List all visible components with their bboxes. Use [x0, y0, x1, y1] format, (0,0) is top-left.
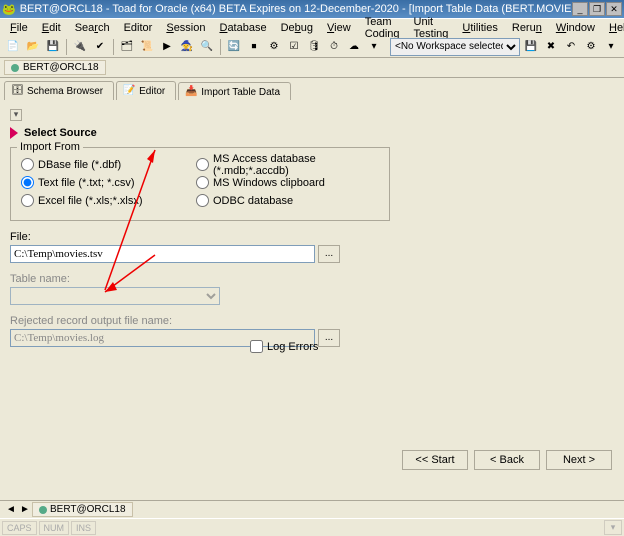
tool-find-icon[interactable]: 🔍: [198, 38, 216, 56]
wizard-nav: << Start < Back Next >: [402, 450, 612, 470]
menu-search[interactable]: Search: [69, 21, 116, 35]
footer-status-icon: [39, 506, 47, 514]
tool-session-icon[interactable]: 🔌: [71, 38, 89, 56]
radio-access[interactable]: [196, 158, 209, 171]
connection-status-icon: [11, 64, 19, 72]
status-ins: INS: [71, 521, 96, 535]
editor-icon: 📝: [123, 85, 135, 97]
table-select: [10, 287, 220, 305]
log-errors-checkbox[interactable]: [250, 340, 263, 353]
tool-run-icon[interactable]: ▶: [158, 38, 176, 56]
document-tabs: 🗄 Schema Browser 📝 Editor 📥 Import Table…: [0, 78, 624, 100]
connection-label: BERT@ORCL18: [23, 62, 99, 73]
title-text: BERT@ORCL18 - Toad for Oracle (x64) BETA…: [16, 3, 572, 15]
footer-nav-left-icon[interactable]: ◄: [4, 503, 18, 517]
import-from-group: Import From DBase file (*.dbf) Text file…: [10, 147, 390, 221]
close-button[interactable]: ✕: [606, 2, 622, 16]
tab-import-table-data[interactable]: 📥 Import Table Data: [178, 82, 291, 101]
menu-debug[interactable]: Debug: [275, 21, 319, 35]
log-errors-label: Log Errors: [267, 341, 318, 353]
title-bar: 🐸 BERT@ORCL18 - Toad for Oracle (x64) BE…: [0, 0, 624, 18]
content-area: ▾ Select Source Import From DBase file (…: [0, 100, 624, 500]
footer-nav-right-icon[interactable]: ►: [18, 503, 32, 517]
menu-editor[interactable]: Editor: [118, 21, 159, 35]
browse-reject-button[interactable]: ...: [318, 329, 340, 347]
tool-save-icon[interactable]: 💾: [44, 38, 62, 56]
menu-utilities[interactable]: Utilities: [456, 21, 503, 35]
tool-cloud-icon[interactable]: ☁: [345, 38, 363, 56]
tool-ws-del-icon[interactable]: ✖: [542, 38, 560, 56]
tab-schema-browser[interactable]: 🗄 Schema Browser: [4, 81, 114, 100]
start-button[interactable]: << Start: [402, 450, 468, 470]
file-section: File: ...: [10, 231, 340, 263]
menu-session[interactable]: Session: [160, 21, 211, 35]
table-section: Table name:: [10, 273, 340, 305]
tab-editor[interactable]: 📝 Editor: [116, 81, 176, 100]
menu-help[interactable]: Help: [603, 21, 624, 35]
menu-edit[interactable]: Edit: [36, 21, 67, 35]
tool-check-icon[interactable]: ☑: [285, 38, 303, 56]
tool-wizard-icon[interactable]: 🧙: [178, 38, 196, 56]
footer-connection-tab[interactable]: BERT@ORCL18: [32, 502, 133, 517]
group-title: Import From: [17, 141, 83, 153]
next-button[interactable]: Next >: [546, 450, 612, 470]
radio-odbc[interactable]: [196, 194, 209, 207]
tool-cog-icon[interactable]: ⚙: [265, 38, 283, 56]
tool-new-icon[interactable]: 📄: [4, 38, 22, 56]
minimize-button[interactable]: _: [572, 2, 588, 16]
tool-ws-save-icon[interactable]: 💾: [522, 38, 540, 56]
tool-explorer-icon[interactable]: 🗂: [118, 38, 136, 56]
back-button[interactable]: < Back: [474, 450, 540, 470]
status-dropdown-icon[interactable]: ▾: [604, 520, 622, 535]
table-label: Table name:: [10, 273, 340, 285]
file-input[interactable]: [10, 245, 315, 263]
tool-ws-more-icon[interactable]: ▾: [602, 38, 620, 56]
tool-clock-icon[interactable]: ⏱: [325, 38, 343, 56]
footer-tabs: ◄ ► BERT@ORCL18: [0, 500, 624, 518]
toolbar: 📄 📂 💾 🔌 ✔ 🗂 📜 ▶ 🧙 🔍 🔄 ⏹ ⚙ ☑ 🛢 ⏱ ☁ ▾ <No …: [0, 36, 624, 58]
connection-chip[interactable]: BERT@ORCL18: [4, 60, 106, 75]
menu-rerun[interactable]: Rerun: [506, 21, 548, 35]
tool-commit-icon[interactable]: ✔: [91, 38, 109, 56]
workspace-area: <No Workspace selected> 💾 ✖ ↶ ⚙ ▾: [390, 38, 620, 56]
tool-refresh-icon[interactable]: 🔄: [225, 38, 243, 56]
app-icon: 🐸: [2, 3, 16, 16]
wizard-title-text: Select Source: [24, 127, 97, 139]
wizard-arrow-icon: [10, 127, 18, 139]
tool-script-icon[interactable]: 📜: [138, 38, 156, 56]
tool-ws-cfg-icon[interactable]: ⚙: [582, 38, 600, 56]
radio-dbase[interactable]: [21, 158, 34, 171]
maximize-button[interactable]: ❐: [589, 2, 605, 16]
tool-stop-icon[interactable]: ⏹: [245, 38, 263, 56]
schema-icon: 🗄: [11, 85, 23, 97]
reject-label: Rejected record output file name:: [10, 315, 340, 327]
radio-text[interactable]: [21, 176, 34, 189]
file-label: File:: [10, 231, 340, 243]
import-icon: 📥: [185, 86, 197, 98]
collapse-toggle[interactable]: ▾: [10, 109, 22, 121]
tool-open-icon[interactable]: 📂: [24, 38, 42, 56]
status-bar: CAPS NUM INS ▾: [0, 518, 624, 536]
tool-more-icon[interactable]: ▾: [365, 38, 383, 56]
menu-view[interactable]: View: [321, 21, 357, 35]
menu-window[interactable]: Window: [550, 21, 601, 35]
menu-database[interactable]: Database: [213, 21, 272, 35]
workspace-select[interactable]: <No Workspace selected>: [390, 38, 520, 56]
menu-bar: File Edit Search Editor Session Database…: [0, 18, 624, 36]
wizard-header: Select Source: [10, 127, 614, 139]
menu-file[interactable]: File: [4, 21, 34, 35]
log-errors-row: Log Errors: [250, 340, 318, 353]
status-num: NUM: [39, 521, 70, 535]
radio-excel[interactable]: [21, 194, 34, 207]
radio-clipboard[interactable]: [196, 176, 209, 189]
tool-ws-undo-icon[interactable]: ↶: [562, 38, 580, 56]
connection-bar: BERT@ORCL18: [0, 58, 624, 78]
browse-file-button[interactable]: ...: [318, 245, 340, 263]
status-caps: CAPS: [2, 521, 37, 535]
tool-db-icon[interactable]: 🛢: [305, 38, 323, 56]
